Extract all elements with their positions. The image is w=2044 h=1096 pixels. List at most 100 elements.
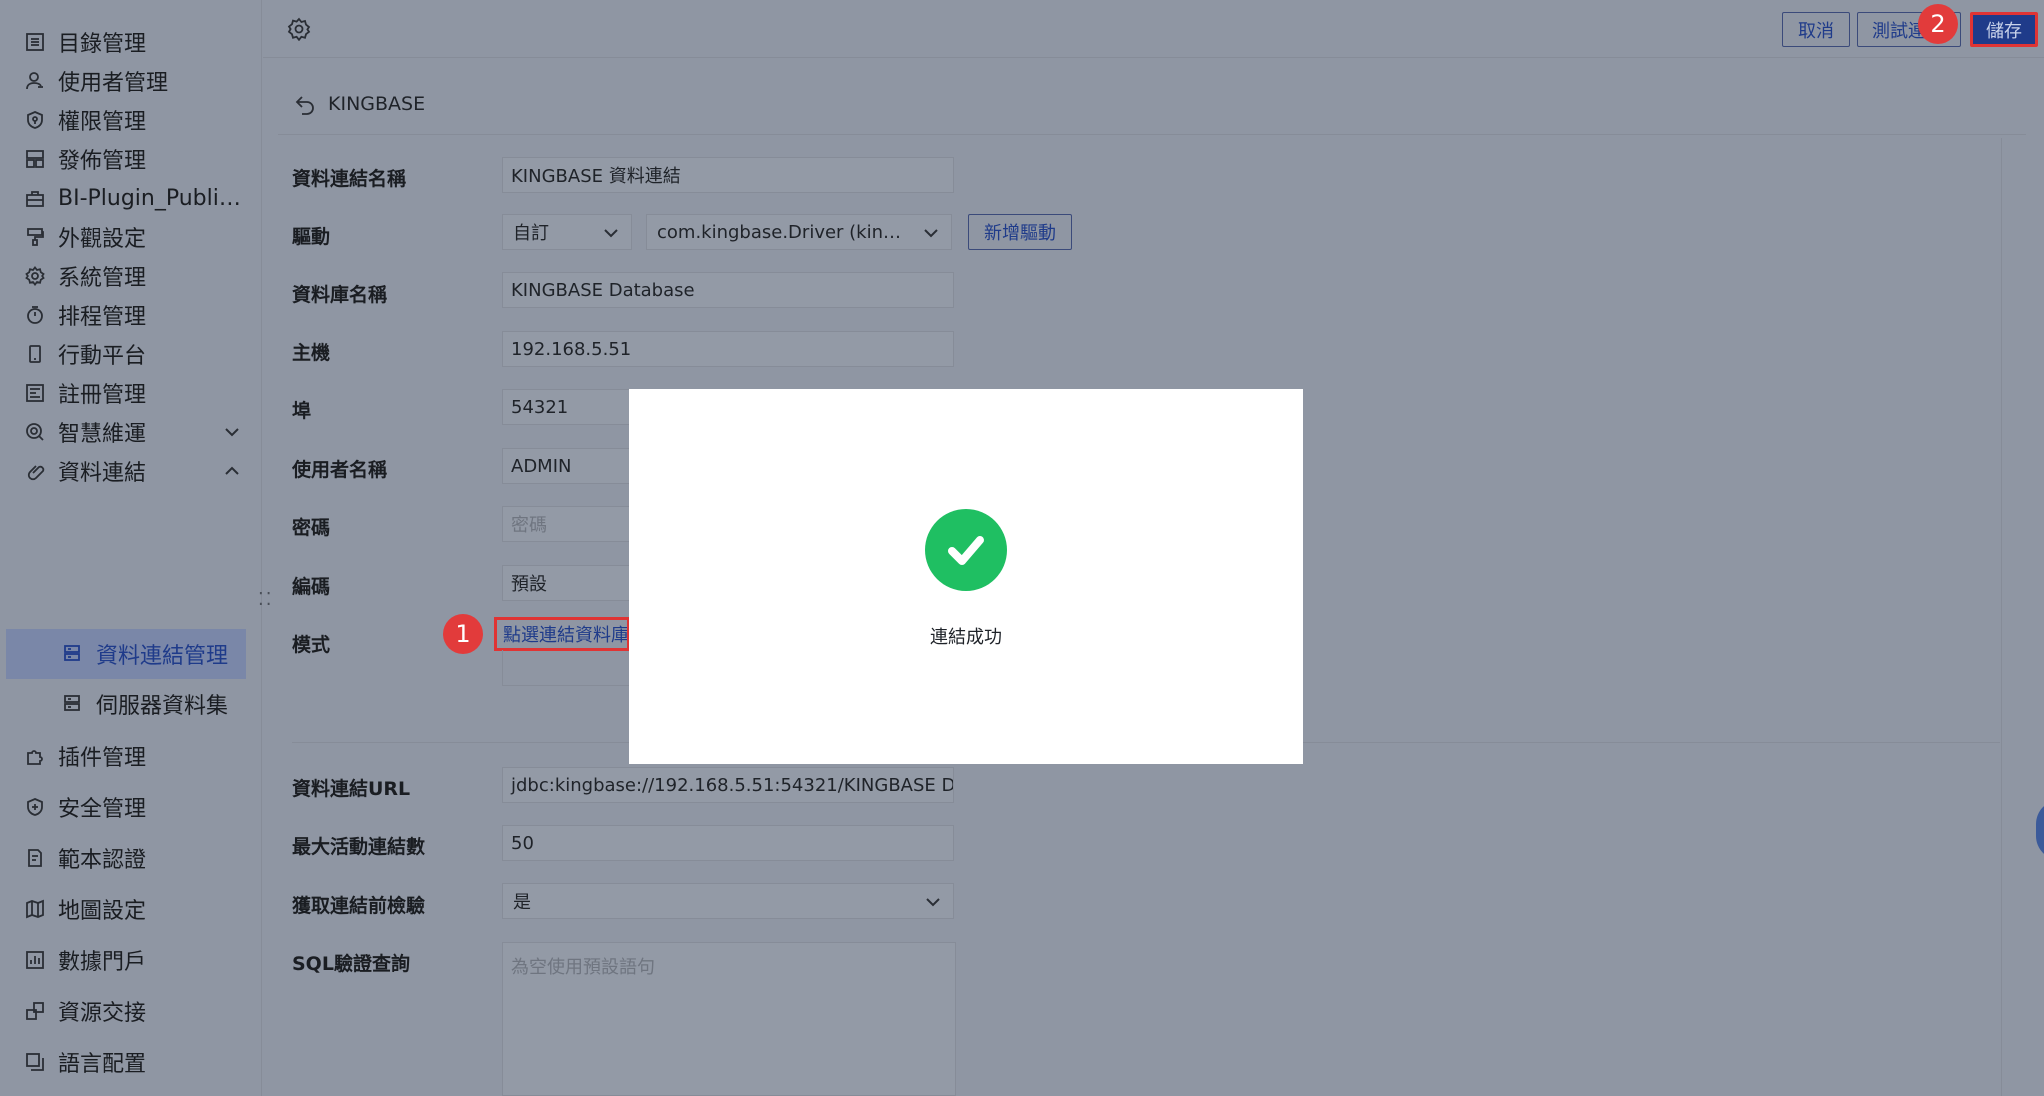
sidebar-item-label: 智慧維運	[58, 422, 147, 447]
sidebar-item-data-connection[interactable]: 資料連結	[24, 451, 250, 491]
sidebar-item-catalog[interactable]: 目錄管理	[24, 22, 250, 62]
sidebar-item-appearance[interactable]: 外觀設定	[24, 217, 250, 257]
sidebar-item-label: 發佈管理	[58, 149, 147, 174]
password-input[interactable]: 密碼	[502, 506, 632, 542]
portal-icon	[24, 949, 46, 971]
sidebar-item-label: 資料連結	[58, 461, 147, 486]
driver-label: 驅動	[292, 226, 331, 248]
sidebar-item-label: 排程管理	[58, 305, 147, 330]
chevron-down-icon	[601, 223, 621, 243]
settings-gear-icon[interactable]	[287, 17, 311, 42]
sidebar-item-permissions[interactable]: 權限管理	[24, 100, 250, 140]
timer-icon	[24, 304, 46, 326]
sidebar-item-map-settings[interactable]: 地圖設定	[24, 889, 250, 929]
toolbox-icon	[24, 187, 46, 209]
sidebar-item-language[interactable]: 語言配置	[24, 1042, 250, 1082]
driver-class-select[interactable]: com.kingbase.Driver (kingba...	[646, 214, 952, 250]
chevron-up-icon[interactable]	[222, 461, 242, 481]
conn-name-input[interactable]: KINGBASE 資料連結	[502, 157, 954, 193]
db-name-input[interactable]: KINGBASE Database	[502, 272, 954, 308]
floating-help-button[interactable]	[2036, 800, 2044, 860]
sidebar-item-label: 權限管理	[58, 110, 147, 135]
sidebar-item-label: 使用者管理	[58, 71, 169, 96]
paint-roller-icon	[24, 226, 46, 248]
password-label: 密碼	[292, 517, 331, 539]
server-dataset-icon	[62, 693, 84, 715]
header-divider	[278, 134, 2026, 135]
url-label: 資料連結URL	[292, 778, 411, 800]
url-input[interactable]: jdbc:kingbase://192.168.5.51:54321/KINGB…	[502, 767, 954, 803]
sidebar-subitem-server-dataset[interactable]: 伺服器資料集	[6, 679, 246, 729]
validate-select[interactable]: 是	[502, 883, 954, 919]
top-toolbar	[263, 0, 2044, 58]
sidebar-item-label: 目錄管理	[58, 32, 147, 57]
sidebar-item-label: 數據門戶	[58, 950, 147, 975]
puzzle-icon	[24, 745, 46, 767]
sidebar-item-data-portal[interactable]: 數據門戶	[24, 940, 250, 980]
schema-select[interactable]	[502, 650, 630, 686]
back-arrow-icon[interactable]	[294, 93, 316, 115]
sidebar-item-security[interactable]: 安全管理	[24, 787, 250, 827]
sql-label: SQL驗證查詢	[292, 953, 410, 975]
schema-label: 模式	[292, 634, 331, 656]
sidebar-item-system[interactable]: 系統管理	[24, 256, 250, 296]
add-driver-button[interactable]: 新增驅動	[968, 214, 1072, 250]
chevron-down-icon	[921, 223, 941, 243]
max-conn-input[interactable]: 50	[502, 825, 954, 861]
db-name-label: 資料庫名稱	[292, 284, 388, 306]
back-header[interactable]: KINGBASE	[294, 90, 425, 118]
validate-value: 是	[513, 892, 531, 913]
sidebar-item-template-cert[interactable]: 範本認證	[24, 838, 250, 878]
sidebar-item-label: 安全管理	[58, 797, 147, 822]
encoding-label: 編碼	[292, 576, 331, 598]
sidebar-subitem-label: 資料連結管理	[96, 644, 229, 669]
sidebar-item-label: 系統管理	[58, 266, 147, 291]
sidebar-resize-handle[interactable]: ⁚⁚	[258, 591, 272, 618]
save-button[interactable]: 儲存	[1970, 12, 2038, 47]
port-label: 埠	[292, 400, 312, 422]
success-message: 連結成功	[930, 627, 1002, 648]
host-input[interactable]: 192.168.5.51	[502, 331, 954, 367]
sidebar-item-label: BI-Plugin_Public_...	[58, 185, 248, 211]
sidebar-item-label: 範本認證	[58, 848, 147, 873]
page-title: KINGBASE	[328, 93, 426, 115]
port-input[interactable]: 54321	[502, 389, 632, 425]
language-icon	[24, 1051, 46, 1073]
username-label: 使用者名稱	[292, 459, 388, 481]
sidebar-item-label: 行動平台	[58, 344, 147, 369]
link-icon	[24, 460, 46, 482]
sidebar-item-label: 註冊管理	[58, 383, 147, 408]
step-badge-1: 1	[443, 614, 483, 654]
click-connect-database-link[interactable]: 點選連結資料庫	[494, 617, 630, 651]
sidebar: 目錄管理 使用者管理 權限管理 發佈管理 BI-Plugin_Public_..…	[0, 0, 262, 1096]
cancel-button[interactable]: 取消	[1782, 12, 1850, 47]
sidebar-item-label: 外觀設定	[58, 227, 147, 252]
driver-type-value: 自訂	[513, 223, 549, 244]
sidebar-item-users[interactable]: 使用者管理	[24, 61, 250, 101]
sidebar-item-mobile[interactable]: 行動平台	[24, 334, 250, 374]
max-conn-label: 最大活動連結數	[292, 836, 426, 858]
sidebar-item-label: 資源交接	[58, 1001, 147, 1026]
username-input[interactable]: ADMIN	[502, 448, 632, 484]
gear-icon	[24, 265, 46, 287]
sidebar-item-schedule[interactable]: 排程管理	[24, 295, 250, 335]
sidebar-subitem-label: 伺服器資料集	[96, 694, 229, 719]
publish-icon	[24, 148, 46, 170]
sidebar-item-registration[interactable]: 註冊管理	[24, 373, 250, 413]
sidebar-item-publish[interactable]: 發佈管理	[24, 139, 250, 179]
sql-textarea[interactable]: 為空使用預設語句	[502, 942, 956, 1096]
sidebar-subitem-data-connection-management[interactable]: 資料連結管理	[6, 629, 246, 679]
sidebar-item-smart-ops[interactable]: 智慧維運	[24, 412, 250, 452]
sidebar-item-resource-handover[interactable]: 資源交接	[24, 991, 250, 1031]
sidebar-item-label: 插件管理	[58, 746, 147, 771]
driver-class-value: com.kingbase.Driver (kingba...	[657, 221, 907, 243]
encoding-select[interactable]: 預設	[502, 565, 632, 601]
validate-label: 獲取連結前檢驗	[292, 895, 426, 917]
chevron-down-icon[interactable]	[222, 422, 242, 442]
sidebar-item-bi-plugin[interactable]: BI-Plugin_Public_...	[24, 178, 250, 218]
map-icon	[24, 898, 46, 920]
sidebar-item-plugins[interactable]: 插件管理	[24, 736, 250, 776]
template-icon	[24, 847, 46, 869]
register-icon	[24, 382, 46, 404]
driver-type-select[interactable]: 自訂	[502, 214, 632, 250]
